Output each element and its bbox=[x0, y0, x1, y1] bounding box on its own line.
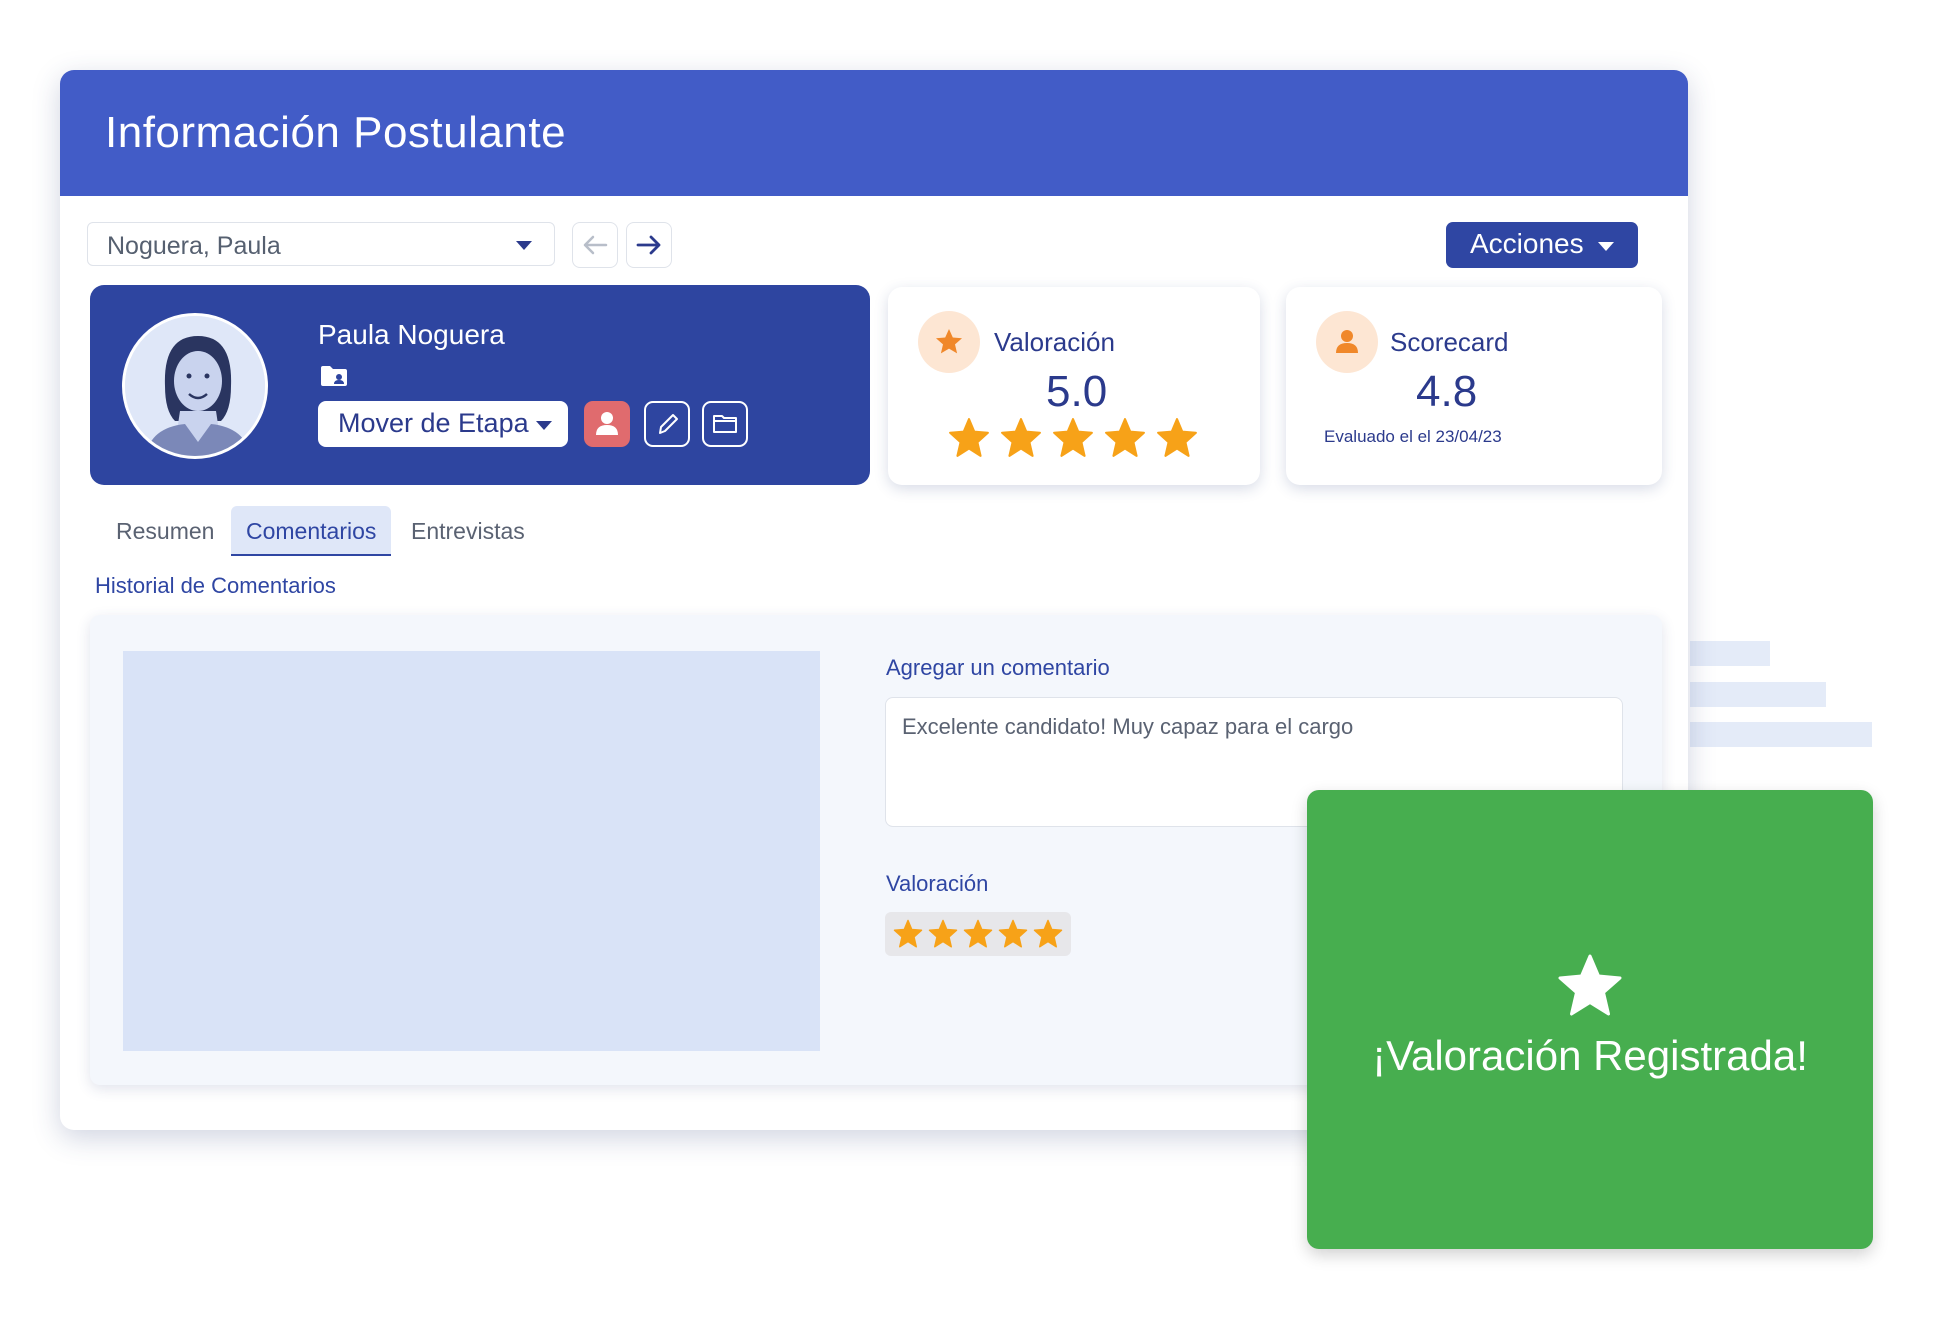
window-header: Información Postulante bbox=[60, 70, 1688, 196]
arrow-left-icon bbox=[583, 235, 608, 255]
open-folder-button[interactable] bbox=[702, 401, 748, 447]
page-title: Información Postulante bbox=[105, 108, 567, 157]
decorative-bar bbox=[1690, 682, 1826, 707]
folder-icon bbox=[713, 415, 737, 433]
comment-rating-input[interactable] bbox=[885, 912, 1071, 956]
folder-user-icon bbox=[321, 366, 347, 386]
scorecard-badge bbox=[1316, 311, 1378, 373]
star-icon bbox=[998, 919, 1028, 948]
arrow-right-icon bbox=[636, 235, 661, 255]
star-icon bbox=[1558, 954, 1622, 1016]
star-icon bbox=[963, 919, 993, 948]
star-icon bbox=[1105, 418, 1145, 457]
star-icon bbox=[928, 919, 958, 948]
chevron-down-icon bbox=[1598, 242, 1614, 251]
star-icon bbox=[936, 329, 962, 354]
tab-comentarios[interactable]: Comentarios bbox=[231, 506, 392, 556]
rating-stars bbox=[948, 417, 1208, 464]
star-icon bbox=[1157, 418, 1197, 457]
rating-card: Valoración 5.0 bbox=[888, 287, 1260, 485]
star-icon bbox=[893, 919, 923, 948]
success-toast: ¡Valoración Registrada! bbox=[1307, 790, 1873, 1249]
actions-label: Acciones bbox=[1470, 228, 1584, 259]
chevron-down-icon bbox=[516, 241, 532, 250]
star-icon bbox=[1001, 418, 1041, 457]
candidate-select[interactable]: Noguera, Paula bbox=[87, 222, 555, 266]
add-comment-label: Agregar un comentario bbox=[886, 655, 1110, 680]
candidate-select-value: Noguera, Paula bbox=[107, 232, 281, 260]
move-stage-label: Mover de Etapa bbox=[338, 408, 529, 438]
decorative-bar bbox=[1690, 722, 1872, 747]
rating-label: Valoración bbox=[994, 327, 1115, 357]
scorecard-value: 4.8 bbox=[1416, 367, 1478, 416]
user-icon bbox=[1336, 330, 1358, 353]
star-icon bbox=[1033, 919, 1063, 948]
scorecard-evaluated-date: Evaluado el el 23/04/23 bbox=[1324, 427, 1502, 446]
avatar bbox=[122, 313, 268, 459]
tab-entrevistas[interactable]: Entrevistas bbox=[411, 506, 525, 556]
candidate-name: Paula Noguera bbox=[318, 319, 505, 350]
candidate-profile-button[interactable] bbox=[584, 401, 630, 447]
edit-candidate-button[interactable] bbox=[644, 401, 690, 447]
comment-rating-stars bbox=[893, 919, 1068, 954]
scorecard-label: Scorecard bbox=[1390, 327, 1509, 357]
user-icon bbox=[596, 412, 618, 435]
prev-candidate-button[interactable] bbox=[572, 222, 618, 268]
rating-value: 5.0 bbox=[1046, 367, 1108, 416]
actions-dropdown-button[interactable]: Acciones bbox=[1446, 222, 1638, 268]
next-candidate-button[interactable] bbox=[626, 222, 672, 268]
profile-card: Paula Noguera Mover de Etapa bbox=[90, 285, 870, 485]
comment-rating-label: Valoración bbox=[886, 871, 989, 896]
star-icon bbox=[949, 418, 989, 457]
move-stage-dropdown[interactable]: Mover de Etapa bbox=[318, 401, 568, 447]
scorecard-card: Scorecard 4.8 Evaluado el el 23/04/23 bbox=[1286, 287, 1662, 485]
toast-message: ¡Valoración Registrada! bbox=[1372, 1032, 1808, 1079]
comments-history-title: Historial de Comentarios bbox=[95, 573, 336, 598]
rating-badge bbox=[918, 311, 980, 373]
comments-history-list bbox=[123, 651, 820, 1051]
pencil-icon bbox=[659, 414, 678, 434]
avatar-portrait bbox=[125, 316, 265, 456]
decorative-bar bbox=[1690, 641, 1770, 666]
star-icon bbox=[1053, 418, 1093, 457]
tab-resumen[interactable]: Resumen bbox=[116, 506, 214, 556]
chevron-down-icon bbox=[536, 421, 552, 430]
